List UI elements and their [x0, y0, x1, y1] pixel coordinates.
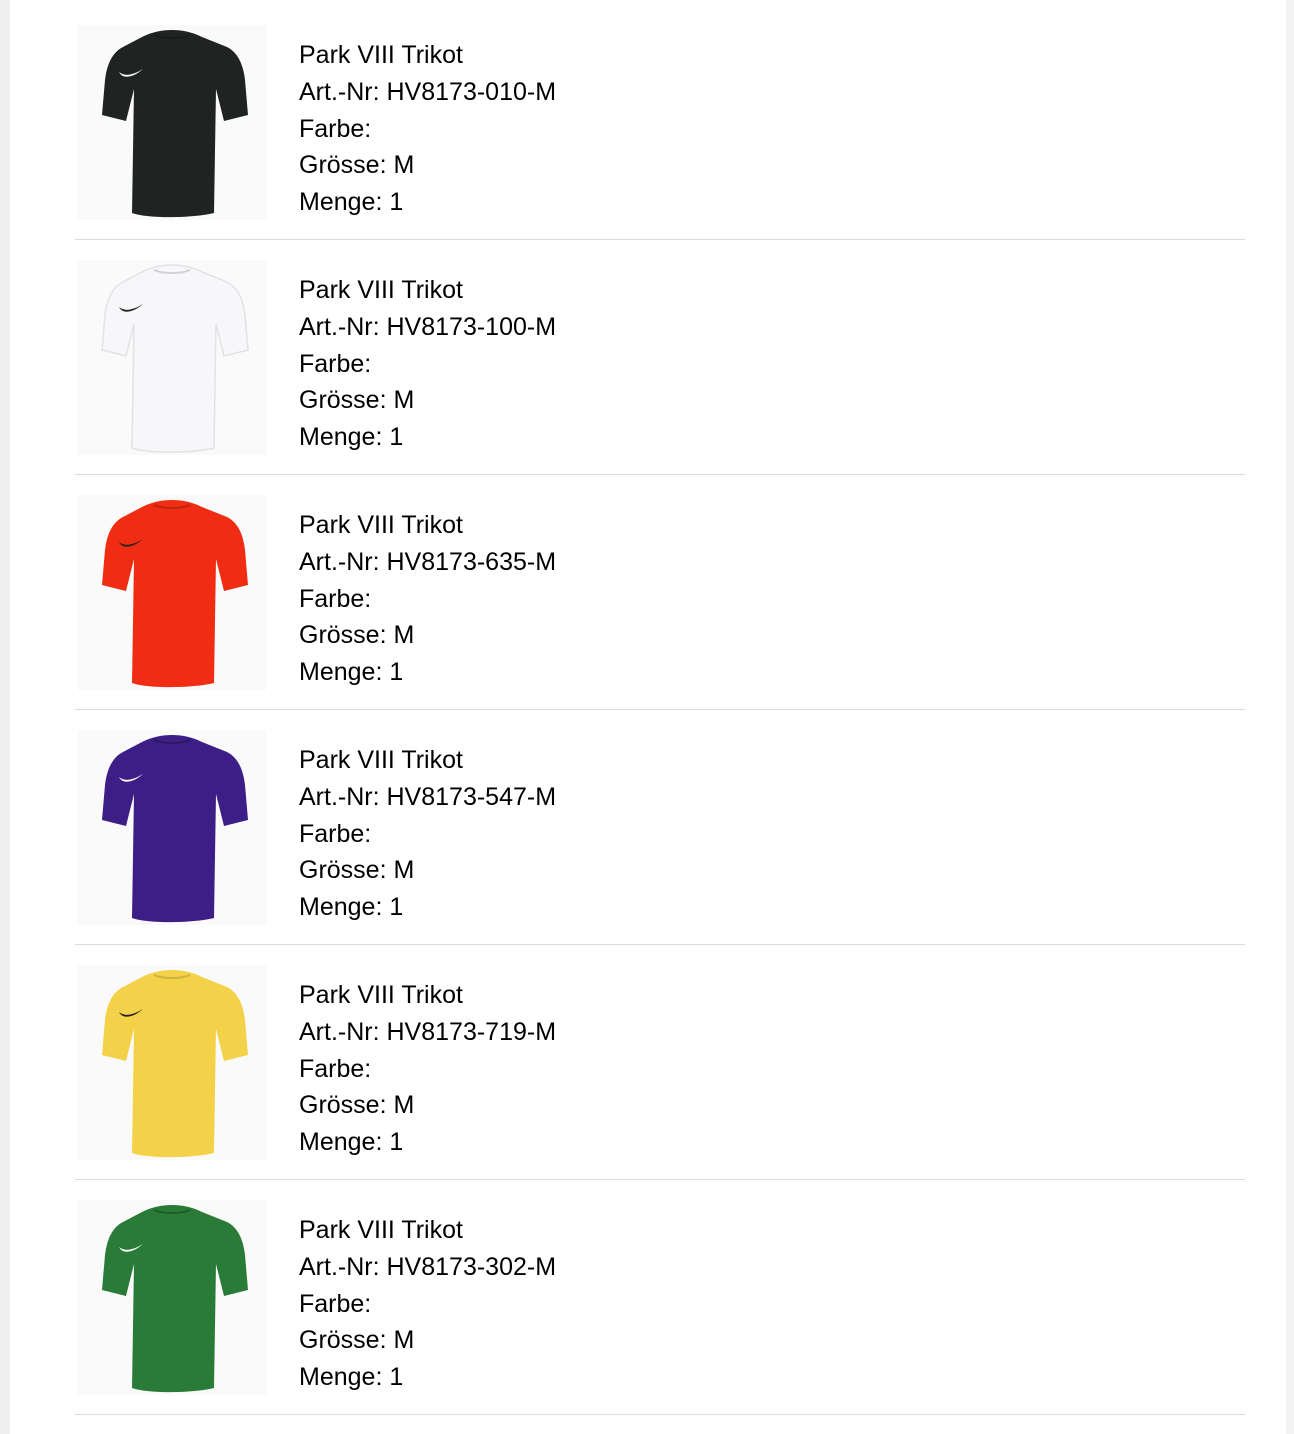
color-label: Farbe:	[299, 114, 372, 143]
jersey-icon	[101, 264, 249, 453]
order-item-list: Park VIII Trikot Art.-Nr: HV8173-010-M F…	[75, 5, 1245, 1415]
color-row: Farbe:	[299, 1286, 556, 1323]
quantity-value: 1	[389, 658, 404, 687]
article-number-label: Art.-Nr:	[299, 547, 380, 576]
jersey-icon	[102, 1205, 248, 1393]
article-number-value: HV8173-010-M	[386, 77, 557, 106]
product-image	[77, 1200, 267, 1395]
right-scrollbar-track	[1286, 0, 1294, 1434]
color-row: Farbe:	[299, 581, 556, 618]
article-number-label: Art.-Nr:	[299, 1252, 380, 1281]
product-image	[77, 25, 267, 220]
size-label: Grösse:	[299, 1091, 387, 1120]
size-row: Grösse: M	[299, 382, 556, 419]
quantity-label: Menge:	[299, 893, 383, 922]
quantity-row: Menge: 1	[299, 1359, 556, 1396]
quantity-value: 1	[389, 1363, 404, 1392]
quantity-label: Menge:	[299, 1128, 383, 1157]
order-item: Park VIII Trikot Art.-Nr: HV8173-635-M F…	[75, 475, 1245, 710]
order-item: Park VIII Trikot Art.-Nr: HV8173-547-M F…	[75, 710, 1245, 945]
article-number-value: HV8173-100-M	[386, 312, 557, 341]
product-name: Park VIII Trikot	[299, 511, 463, 539]
size-value: M	[393, 1091, 415, 1120]
quantity-value: 1	[389, 1128, 404, 1157]
quantity-row: Menge: 1	[299, 184, 556, 221]
article-number-value: HV8173-635-M	[386, 547, 557, 576]
order-item: Park VIII Trikot Art.-Nr: HV8173-100-M F…	[75, 240, 1245, 475]
quantity-row: Menge: 1	[299, 889, 556, 926]
size-value: M	[393, 1326, 415, 1355]
size-label: Grösse:	[299, 856, 387, 885]
color-row: Farbe:	[299, 346, 556, 383]
quantity-label: Menge:	[299, 188, 383, 217]
item-details: Park VIII Trikot Art.-Nr: HV8173-635-M F…	[299, 507, 556, 691]
color-row: Farbe:	[299, 111, 556, 148]
size-label: Grösse:	[299, 621, 387, 650]
left-gutter	[0, 0, 10, 1434]
item-details: Park VIII Trikot Art.-Nr: HV8173-010-M F…	[299, 37, 556, 221]
size-value: M	[393, 621, 415, 650]
quantity-value: 1	[389, 423, 404, 452]
color-label: Farbe:	[299, 819, 372, 848]
color-label: Farbe:	[299, 1289, 372, 1318]
size-value: M	[393, 151, 415, 180]
color-label: Farbe:	[299, 584, 372, 613]
size-row: Grösse: M	[299, 852, 556, 889]
product-name: Park VIII Trikot	[299, 276, 463, 304]
order-item: Park VIII Trikot Art.-Nr: HV8173-719-M F…	[75, 945, 1245, 1180]
size-value: M	[393, 386, 415, 415]
article-number-value: HV8173-547-M	[386, 782, 557, 811]
quantity-row: Menge: 1	[299, 654, 556, 691]
color-label: Farbe:	[299, 349, 372, 378]
article-number-row: Art.-Nr: HV8173-547-M	[299, 779, 556, 816]
product-image	[77, 730, 267, 925]
order-item: Park VIII Trikot Art.-Nr: HV8173-302-M F…	[75, 1180, 1245, 1415]
quantity-label: Menge:	[299, 423, 383, 452]
article-number-row: Art.-Nr: HV8173-302-M	[299, 1249, 556, 1286]
size-label: Grösse:	[299, 1326, 387, 1355]
jersey-icon	[102, 970, 248, 1158]
size-value: M	[393, 856, 415, 885]
size-row: Grösse: M	[299, 617, 556, 654]
product-image	[77, 260, 267, 455]
article-number-row: Art.-Nr: HV8173-100-M	[299, 309, 556, 346]
product-name: Park VIII Trikot	[299, 746, 463, 774]
order-item: Park VIII Trikot Art.-Nr: HV8173-010-M F…	[75, 5, 1245, 240]
jersey-icon	[102, 30, 248, 218]
quantity-label: Menge:	[299, 1363, 383, 1392]
product-name: Park VIII Trikot	[299, 1216, 463, 1244]
article-number-row: Art.-Nr: HV8173-719-M	[299, 1014, 556, 1051]
article-number-row: Art.-Nr: HV8173-635-M	[299, 544, 556, 581]
size-label: Grösse:	[299, 386, 387, 415]
article-number-label: Art.-Nr:	[299, 77, 380, 106]
product-image	[77, 965, 267, 1160]
article-number-row: Art.-Nr: HV8173-010-M	[299, 74, 556, 111]
product-name: Park VIII Trikot	[299, 41, 463, 69]
size-row: Grösse: M	[299, 147, 556, 184]
article-number-label: Art.-Nr:	[299, 1017, 380, 1046]
color-label: Farbe:	[299, 1054, 372, 1083]
quantity-value: 1	[389, 893, 404, 922]
quantity-row: Menge: 1	[299, 419, 556, 456]
article-number-label: Art.-Nr:	[299, 312, 380, 341]
article-number-value: HV8173-719-M	[386, 1017, 557, 1046]
color-row: Farbe:	[299, 816, 556, 853]
item-details: Park VIII Trikot Art.-Nr: HV8173-100-M F…	[299, 272, 556, 456]
jersey-icon	[102, 500, 248, 688]
jersey-icon	[102, 735, 248, 923]
article-number-label: Art.-Nr:	[299, 782, 380, 811]
item-details: Park VIII Trikot Art.-Nr: HV8173-302-M F…	[299, 1212, 556, 1396]
article-number-value: HV8173-302-M	[386, 1252, 557, 1281]
item-details: Park VIII Trikot Art.-Nr: HV8173-547-M F…	[299, 742, 556, 926]
size-row: Grösse: M	[299, 1322, 556, 1359]
size-label: Grösse:	[299, 151, 387, 180]
color-row: Farbe:	[299, 1051, 556, 1088]
quantity-label: Menge:	[299, 658, 383, 687]
item-details: Park VIII Trikot Art.-Nr: HV8173-719-M F…	[299, 977, 556, 1161]
size-row: Grösse: M	[299, 1087, 556, 1124]
quantity-row: Menge: 1	[299, 1124, 556, 1161]
product-image	[77, 495, 267, 690]
product-name: Park VIII Trikot	[299, 981, 463, 1009]
quantity-value: 1	[389, 188, 404, 217]
